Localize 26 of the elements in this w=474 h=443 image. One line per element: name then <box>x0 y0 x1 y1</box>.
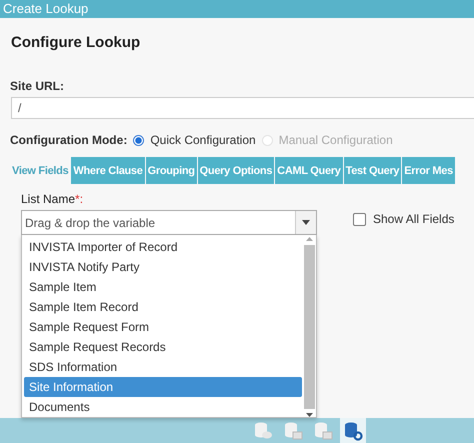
checkbox-label: Show All Fields <box>373 212 454 226</box>
list-option[interactable]: Sample Item Record <box>24 297 302 317</box>
list-option[interactable]: INVISTA Importer of Record <box>24 237 302 257</box>
radio-button[interactable] <box>133 134 144 146</box>
list-option[interactable]: Sample Item <box>24 277 302 297</box>
caret-icon <box>302 220 310 225</box>
list-option[interactable]: INVISTA Notify Party <box>24 257 302 277</box>
page-heading: Configure Lookup <box>11 34 142 51</box>
field-label: Site URL: <box>10 79 65 93</box>
dropdown-input[interactable]: Drag & drop the variable <box>22 211 295 234</box>
input-field[interactable]: / <box>11 97 474 120</box>
checkbox[interactable] <box>353 212 366 226</box>
list-option[interactable]: Documents <box>24 397 302 417</box>
field-label: Configuration Mode: <box>10 133 128 148</box>
scroll-up-icon[interactable] <box>306 237 312 241</box>
checkbox-option[interactable]: Show All Fields <box>353 212 454 226</box>
field-label: List Name*: <box>21 192 84 206</box>
database-gear-icon[interactable] <box>343 420 363 440</box>
scrollbar[interactable] <box>302 237 316 417</box>
dropdown-field[interactable]: Drag & drop the variable <box>21 210 317 235</box>
database-icon[interactable] <box>253 420 273 440</box>
list-option[interactable]: SDS Information <box>24 357 302 377</box>
window-title: Create Lookup <box>0 0 474 18</box>
list-option[interactable]: Sample Request Form <box>24 317 302 337</box>
list-option[interactable]: Sample Request Records <box>24 337 302 357</box>
required-mark: *: <box>75 192 84 206</box>
